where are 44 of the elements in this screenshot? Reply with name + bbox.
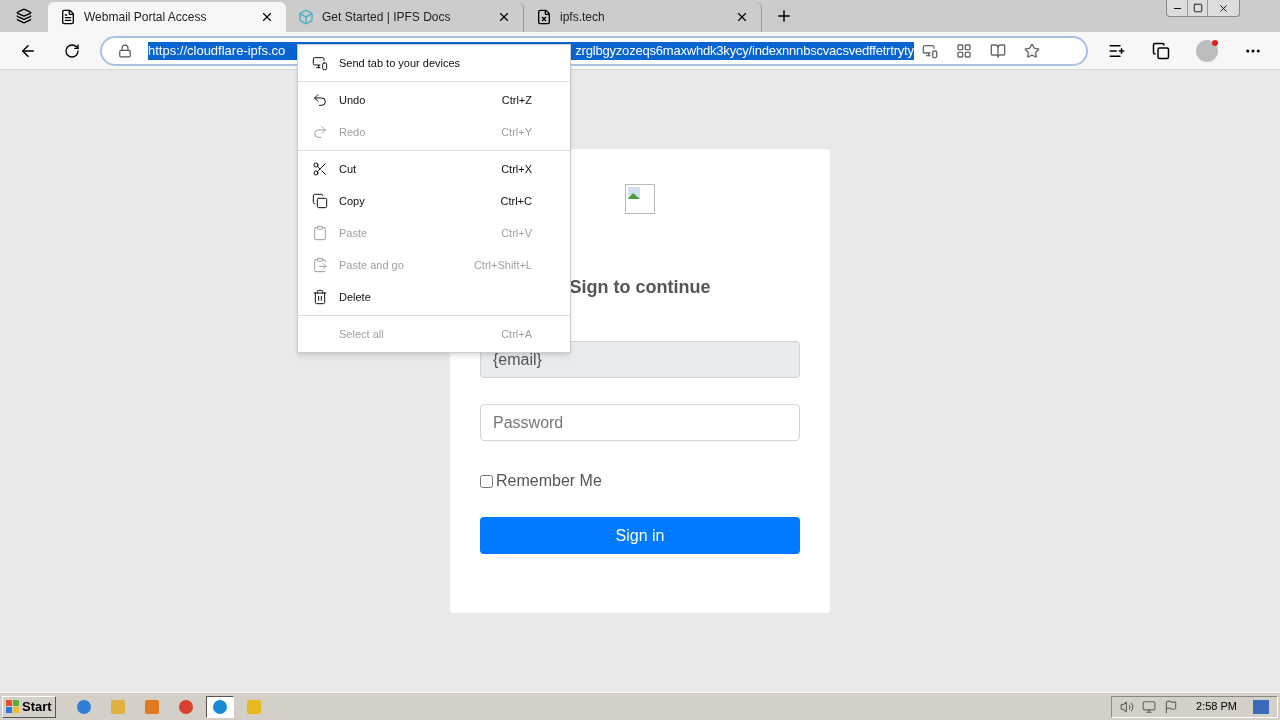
trash-icon (312, 289, 328, 305)
close-icon[interactable] (497, 10, 511, 24)
tab-title: Webmail Portal Access (84, 9, 208, 26)
tab-title: Get Started | IPFS Docs (322, 9, 452, 26)
lock-icon (118, 43, 132, 58)
cube-icon (298, 9, 314, 25)
close-icon[interactable] (735, 10, 749, 24)
copy-icon (312, 193, 328, 209)
remember-checkbox[interactable] (480, 474, 493, 488)
devices-icon[interactable] (921, 42, 938, 59)
menu-item[interactable]: Undo Ctrl+Z (298, 84, 570, 116)
profile-avatar[interactable] (1196, 39, 1218, 62)
menu-item[interactable]: Cut Ctrl+X (298, 153, 570, 185)
close-icon[interactable] (1218, 2, 1229, 14)
start-button[interactable]: Start (2, 695, 56, 718)
close-icon[interactable] (260, 10, 274, 24)
redo-icon (312, 124, 328, 140)
windows-logo-icon (6, 699, 20, 714)
taskbar-app[interactable] (205, 695, 234, 718)
url-text: zrglbgyzozeqs6maxwhdk3kycy/indexnnnbscvacsvedffetrtryty (575, 41, 914, 60)
clipboard-icon (312, 225, 328, 241)
flag-icon[interactable] (1164, 699, 1179, 714)
grid-icon[interactable] (955, 42, 972, 59)
restore-icon[interactable] (1192, 3, 1203, 13)
url-text: https://cloudflare-ipfs.co (148, 41, 286, 60)
reload-icon[interactable] (64, 42, 80, 59)
broken-image-icon (625, 184, 655, 214)
document-icon (536, 9, 552, 25)
menu-item[interactable]: Copy Ctrl+C (298, 185, 570, 217)
menu-item[interactable]: Delete (298, 281, 570, 313)
undo-icon (312, 92, 328, 108)
scissors-icon (312, 161, 328, 177)
browser-tab[interactable]: Webmail Portal Access (48, 2, 286, 32)
add-favorite-icon[interactable] (1023, 42, 1040, 59)
password-field[interactable]: Password (480, 404, 800, 441)
document-icon (60, 9, 76, 25)
devices-icon (312, 55, 328, 71)
sign-in-button[interactable]: Sign in (480, 517, 800, 554)
login-heading: Sign to continue (569, 276, 711, 299)
remember-label: Remember Me (496, 471, 602, 491)
tab-title: ipfs.tech (560, 9, 606, 26)
volume-icon[interactable] (1120, 699, 1135, 714)
new-tab-icon[interactable] (775, 7, 793, 25)
clock: 2:58 PM (1196, 699, 1237, 715)
